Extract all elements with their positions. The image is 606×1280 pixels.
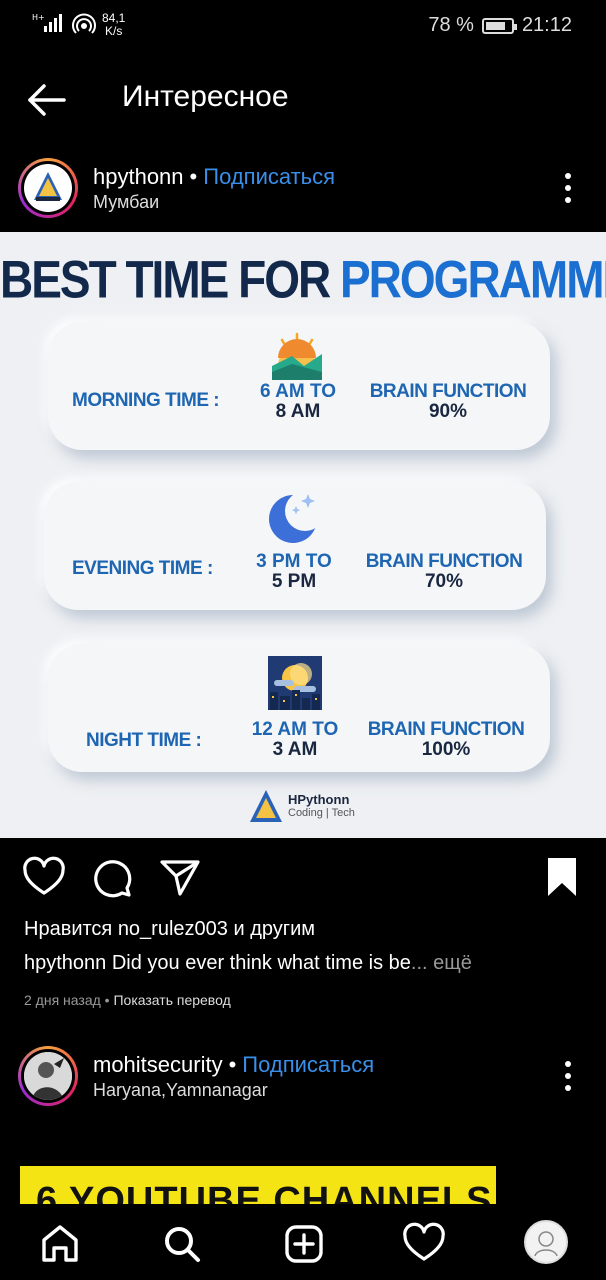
post-time: 2 дня назад (24, 992, 101, 1008)
hpython-logo-icon (34, 172, 62, 201)
search-icon (165, 1227, 200, 1262)
nav-home[interactable] (38, 1222, 82, 1266)
avatar[interactable] (18, 1046, 78, 1106)
time-range: 6 AM TO 8 AM (259, 381, 336, 422)
caption-username[interactable]: hpythonn (24, 952, 106, 974)
banner: 6 YOUTUBE CHANNELS (20, 1166, 496, 1204)
hpython-logo-icon (250, 790, 282, 822)
next-post-header: mohitsecurity • Подписаться Haryana,Yamnan… (0, 1046, 606, 1124)
brand-name: HPythonn (288, 791, 350, 807)
page-title: Интересное (122, 80, 289, 113)
heart-icon (403, 1222, 445, 1261)
network-speed: 84,1 K/s (102, 12, 125, 38)
plus-square-icon (285, 1225, 323, 1263)
period-label: NIGHT TIME : (86, 730, 202, 751)
translate-link[interactable]: Показать перевод (113, 992, 230, 1008)
period-label: MORNING TIME : (72, 390, 220, 411)
user-photo-icon (24, 1052, 72, 1100)
post-actions (0, 856, 606, 906)
home-icon (42, 1225, 78, 1262)
vertical-dots-icon (565, 173, 571, 203)
caption-text: Did you ever think what time is be (106, 952, 411, 974)
speech-bubble-icon (94, 860, 132, 898)
share-button[interactable] (158, 856, 202, 900)
nav-search[interactable] (160, 1222, 204, 1266)
post-caption[interactable]: hpythonn Did you ever think what time is… (24, 952, 584, 975)
sunrise-icon (270, 332, 324, 387)
night-card: NIGHT TIME : 12 AM TO 3 AM BRAIN FUNCTIO… (48, 644, 550, 772)
status-left: H+ 84,1 K/s (32, 12, 125, 41)
evening-card: EVENING TIME : 3 PM TO 5 PM BRAIN FUNCTI… (44, 482, 546, 610)
speed-unit: K/s (105, 24, 123, 38)
nav-activity[interactable] (402, 1222, 446, 1266)
period-label: EVENING TIME : (72, 558, 213, 579)
clock: 21:12 (521, 14, 572, 36)
morning-card: MORNING TIME : 6 AM TO 8 AM BRAIN FUNCTI… (48, 322, 550, 450)
avatar[interactable] (18, 158, 78, 218)
brand-tagline: Coding | Tech (288, 806, 355, 819)
post-author: mohitsecurity • Подписаться (93, 1052, 375, 1077)
vertical-dots-icon (565, 1061, 571, 1091)
like-button[interactable] (22, 856, 66, 900)
follow-button[interactable]: Подписаться (203, 164, 335, 189)
arrow-left-icon (28, 84, 66, 116)
back-button[interactable] (22, 80, 72, 120)
more-options-button[interactable] (558, 1058, 578, 1094)
save-button[interactable] (540, 856, 584, 900)
post-location[interactable]: Haryana,Yamnanagar (93, 1080, 268, 1101)
crescent-moon-icon (266, 488, 325, 551)
comment-button[interactable] (90, 856, 134, 900)
hotspot-icon (72, 12, 96, 41)
username[interactable]: mohitsecurity (93, 1052, 223, 1077)
image-title: BEST TIME FOR PROGRAMMING (0, 249, 606, 309)
time-range: 3 PM TO 5 PM (256, 551, 332, 592)
battery-icon (481, 17, 517, 34)
signal-icon: H+ (32, 12, 66, 39)
time-range: 12 AM TO 3 AM (251, 719, 339, 760)
profile-avatar-icon (534, 1231, 558, 1257)
liker-username[interactable]: no_rulez003 (118, 918, 228, 940)
status-right: 78 % 21:12 (428, 14, 572, 37)
brain-function: BRAIN FUNCTION 90% (369, 381, 527, 422)
post-meta: 2 дня назад • Показать перевод (24, 992, 231, 1008)
brand-watermark: HPythonn Coding | Tech (248, 788, 355, 824)
paper-plane-icon (160, 860, 200, 896)
next-post-image[interactable]: 6 YOUTUBE CHANNELS (0, 1120, 606, 1204)
likes-summary[interactable]: Нравится no_rulez003 и другим (24, 918, 315, 941)
banner-text: 6 YOUTUBE CHANNELS (36, 1180, 493, 1204)
brain-function: BRAIN FUNCTION 70% (365, 551, 523, 592)
nav-profile[interactable] (524, 1220, 568, 1264)
brain-function: BRAIN FUNCTION 100% (367, 719, 525, 760)
likes-others-link[interactable]: другим (250, 918, 315, 940)
post-image[interactable]: BEST TIME FOR PROGRAMMING MORNING TIME :… (0, 232, 606, 838)
top-bar: Интересное (0, 70, 606, 130)
svg-text:H+: H+ (32, 13, 45, 22)
heart-icon (23, 856, 65, 895)
battery-percent: 78 % (428, 14, 474, 36)
bottom-nav (0, 1204, 606, 1280)
caption-more-link[interactable]: ... ещё (411, 952, 472, 974)
username[interactable]: hpythonn (93, 164, 184, 189)
more-options-button[interactable] (558, 170, 578, 206)
bookmark-filled-icon (548, 858, 576, 896)
nav-create[interactable] (282, 1222, 326, 1266)
post-location[interactable]: Мумбаи (93, 192, 159, 213)
status-bar: H+ 84,1 K/s 78 % 21:12 (0, 0, 606, 52)
post-header: hpythonn • Подписаться Мумбаи (0, 158, 606, 236)
post-author: hpythonn • Подписаться (93, 164, 336, 189)
night-city-icon (268, 656, 322, 715)
follow-button[interactable]: Подписаться (242, 1052, 374, 1077)
